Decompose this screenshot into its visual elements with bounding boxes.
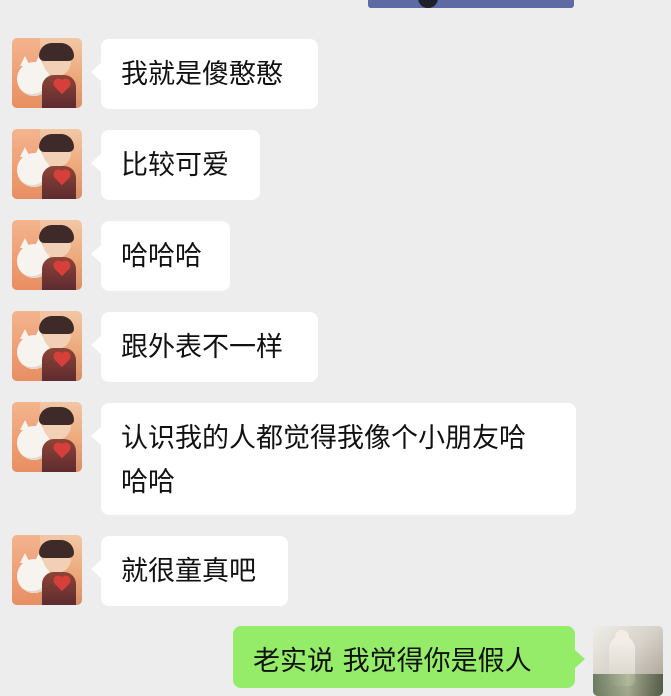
boy-hair <box>39 134 74 152</box>
contact-avatar-icon[interactable] <box>12 38 82 108</box>
contact-avatar-icon[interactable] <box>12 402 82 472</box>
message-row-6: 就很童真吧 <box>0 535 671 615</box>
incoming-message-bubble[interactable]: 跟外表不一样 <box>91 312 318 382</box>
avatar-head <box>615 630 629 644</box>
message-row-7: 老实说 我觉得你是假人 <box>0 626 671 696</box>
boy-hair <box>39 540 74 558</box>
incoming-message-bubble[interactable]: 比较可爱 <box>91 130 260 200</box>
image-preview-dark-detail <box>418 0 438 8</box>
incoming-message-bubble[interactable]: 就很童真吧 <box>91 536 288 606</box>
boy-hair <box>39 316 74 334</box>
avatar-plant <box>593 674 663 696</box>
boy-hair <box>39 225 74 243</box>
boy-hair <box>39 407 74 425</box>
message-row-2: 比较可爱 <box>0 129 671 209</box>
incoming-message-bubble[interactable]: 我就是傻憨憨 <box>91 39 318 109</box>
message-row-1: 我就是傻憨憨 <box>0 38 671 118</box>
contact-avatar-icon[interactable] <box>12 129 82 199</box>
chat-view: 我就是傻憨憨 比较可爱 哈哈哈 跟外表不一样 认识我的人都觉得我像个小朋友哈 哈… <box>0 0 671 696</box>
contact-avatar-icon[interactable] <box>12 535 82 605</box>
message-row-4: 跟外表不一样 <box>0 311 671 391</box>
message-row-5: 认识我的人都觉得我像个小朋友哈 哈哈 <box>0 402 671 517</box>
boy-hair <box>39 43 74 61</box>
image-preview-icon[interactable] <box>368 0 574 8</box>
outgoing-message-bubble[interactable]: 老实说 我觉得你是假人 <box>233 626 585 688</box>
incoming-message-bubble[interactable]: 哈哈哈 <box>91 221 230 291</box>
incoming-message-bubble[interactable]: 认识我的人都觉得我像个小朋友哈 哈哈 <box>91 403 576 515</box>
message-row-3: 哈哈哈 <box>0 220 671 300</box>
contact-avatar-icon[interactable] <box>12 311 82 381</box>
self-avatar-icon[interactable] <box>593 626 663 696</box>
contact-avatar-icon[interactable] <box>12 220 82 290</box>
